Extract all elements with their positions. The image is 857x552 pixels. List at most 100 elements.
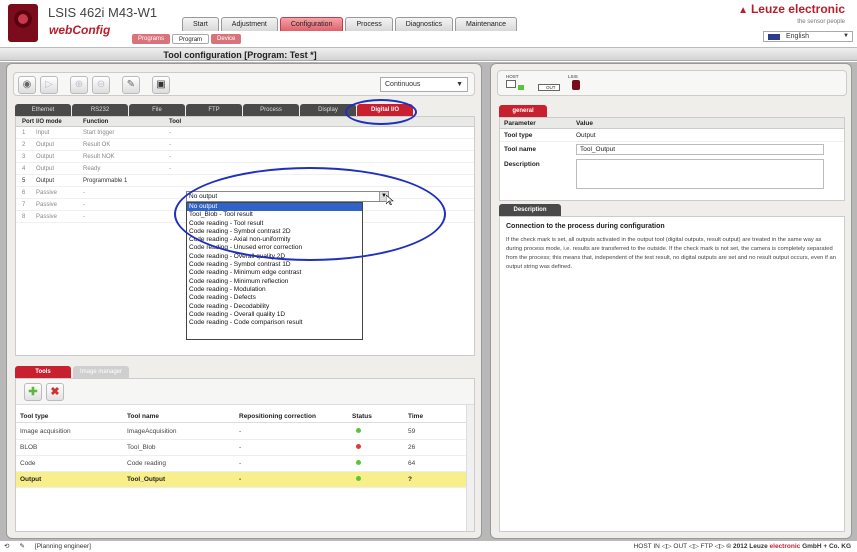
- option[interactable]: Code reading - Unused error correction: [187, 244, 362, 252]
- tab-file[interactable]: File: [129, 104, 185, 116]
- cell-function: Result OK: [83, 142, 111, 148]
- table-row-selected[interactable]: Output Tool_Output - ?: [16, 472, 466, 488]
- option[interactable]: Code reading - Minimum edge contrast: [187, 269, 362, 277]
- tab-start[interactable]: Start: [182, 17, 219, 31]
- option[interactable]: Code reading - Symbol contrast 2D: [187, 228, 362, 236]
- option[interactable]: Code reading - Overall quality 2D: [187, 253, 362, 261]
- table-row[interactable]: 2 Output Result OK -: [16, 139, 474, 151]
- option[interactable]: Code reading - Code comparison result: [187, 319, 362, 327]
- cell-tool-name: Code reading: [127, 460, 167, 467]
- tab-process-cfg[interactable]: Process: [243, 104, 299, 116]
- tab-diagnostics[interactable]: Diagnostics: [394, 17, 453, 31]
- tool-output-select[interactable]: No output ▼: [186, 191, 389, 202]
- table-row[interactable]: Image acquisition ImageAcquisition - 59: [16, 424, 466, 440]
- status-dot-icon: [356, 428, 361, 433]
- subtab-program[interactable]: Program: [172, 34, 210, 44]
- cell-status: [352, 424, 408, 439]
- tab-description[interactable]: Description: [499, 204, 561, 216]
- cell-port: 1: [22, 130, 26, 136]
- table-row[interactable]: 5 Output Programmable 1: [16, 175, 474, 187]
- delete-tool-button[interactable]: ✖: [46, 383, 64, 401]
- option[interactable]: Code reading - Minimum reflection: [187, 278, 362, 286]
- connection-status-icon: ⟲: [4, 543, 10, 550]
- option[interactable]: Code reading - Defects: [187, 294, 362, 302]
- table-row[interactable]: 4 Output Ready -: [16, 163, 474, 175]
- play-icon[interactable]: ▷: [40, 76, 58, 94]
- param-row: Description: [500, 157, 844, 193]
- brand-triangle-icon: ▲: [738, 5, 748, 16]
- subtab-device[interactable]: Device: [211, 34, 242, 44]
- tab-tools[interactable]: Tools: [15, 366, 71, 378]
- tab-configuration[interactable]: Configuration: [279, 17, 344, 31]
- process-connect-icon[interactable]: ▣: [152, 76, 170, 94]
- tab-ftp[interactable]: FTP: [186, 104, 242, 116]
- zoom-in-icon[interactable]: ⊕: [70, 76, 88, 94]
- tab-maintenance[interactable]: Maintenance: [454, 17, 518, 31]
- option[interactable]: Code reading - Overall quality 1D: [187, 311, 362, 319]
- option[interactable]: No output: [187, 203, 362, 212]
- status-dot-icon: [356, 444, 361, 449]
- zoom-out-icon[interactable]: ⊖: [92, 76, 110, 94]
- cell-repositioning: -: [239, 444, 242, 451]
- col-time: Time: [408, 413, 424, 420]
- tab-rs232[interactable]: RS232: [72, 104, 128, 116]
- title-bar: Tool configuration [Program: Test *]: [0, 47, 857, 61]
- mode-select[interactable]: Continuous ▼: [380, 77, 468, 92]
- language-value: English: [786, 33, 809, 40]
- tab-adjustment[interactable]: Adjustment: [220, 17, 278, 31]
- cell-port: 7: [22, 202, 26, 208]
- cell-port: 8: [22, 214, 26, 220]
- option[interactable]: Code reading - Symbol contrast 1D: [187, 261, 362, 269]
- col-value: Value: [576, 120, 593, 127]
- tab-digital-io[interactable]: Digital I/O: [357, 104, 413, 116]
- col-function: Function: [83, 119, 109, 125]
- webconfig-logo: webConfig: [49, 23, 111, 37]
- tab-ethernet[interactable]: Ethernet: [15, 104, 71, 116]
- flag-icon: [768, 34, 780, 40]
- tab-process[interactable]: Process: [345, 17, 393, 31]
- option[interactable]: Code reading - Decodability: [187, 303, 362, 311]
- camera-icon[interactable]: ◉: [18, 76, 36, 94]
- copyright-brand: electronic: [769, 543, 801, 550]
- tab-image-manager[interactable]: Image manager: [73, 366, 129, 378]
- brand-name: Leuze electronic: [750, 2, 845, 16]
- table-row[interactable]: 1 Input Start trigger -: [16, 127, 474, 139]
- cell-mode: Passive: [36, 190, 58, 196]
- camera-device-icon: [572, 80, 580, 90]
- cell-function: Start trigger: [83, 130, 115, 136]
- col-tool: Tool: [169, 119, 182, 125]
- cell-time: 64: [408, 460, 416, 467]
- tool-name-field[interactable]: Tool_Output: [576, 144, 824, 155]
- table-row[interactable]: Code Code reading - 64: [16, 456, 466, 472]
- param-key: Description: [504, 161, 540, 168]
- page-title: Tool configuration [Program: Test *]: [163, 50, 317, 60]
- cell-port: 2: [22, 142, 26, 148]
- tools-scrollbar[interactable]: [466, 405, 474, 531]
- cell-time: 26: [408, 444, 416, 451]
- table-row[interactable]: 3 Output Result NOK -: [16, 151, 474, 163]
- subtab-programs[interactable]: Programs: [132, 34, 171, 44]
- status-right: HOST IN ◁▷ OUT ◁▷ FTP ◁▷ © 2012 Leuze el…: [634, 541, 851, 552]
- cell-mode: Output: [36, 178, 55, 184]
- col-repositioning: Repositioning correction: [239, 413, 316, 420]
- tab-general[interactable]: general: [499, 105, 547, 117]
- tab-display[interactable]: Display: [300, 104, 356, 116]
- option[interactable]: Code reading - Modulation: [187, 286, 362, 294]
- description-text: If the check mark is set, all outputs ac…: [506, 237, 836, 270]
- option[interactable]: Code reading - Axial non-uniformity: [187, 236, 362, 244]
- brand-logo: ▲ Leuze electronic: [738, 2, 845, 16]
- add-tool-button[interactable]: ✚: [24, 383, 42, 401]
- cell-tool-name: ImageAcquisition: [127, 428, 177, 435]
- param-row: Tool name Tool_Output: [500, 142, 844, 157]
- language-select[interactable]: English ▼: [763, 31, 853, 42]
- option[interactable]: Tool_Blob - Tool result: [187, 211, 362, 219]
- cell-port: 3: [22, 154, 26, 160]
- wrench-icon[interactable]: ✎: [122, 76, 140, 94]
- table-row[interactable]: BLOB Tool_Blob - 26: [16, 440, 466, 456]
- col-port: Port: [22, 119, 34, 125]
- description-field[interactable]: [576, 159, 824, 189]
- cell-function: -: [83, 190, 85, 196]
- cell-status: [352, 440, 408, 455]
- option[interactable]: Code reading - Tool result: [187, 220, 362, 228]
- tools-tabs: Tools Image manager: [15, 366, 129, 378]
